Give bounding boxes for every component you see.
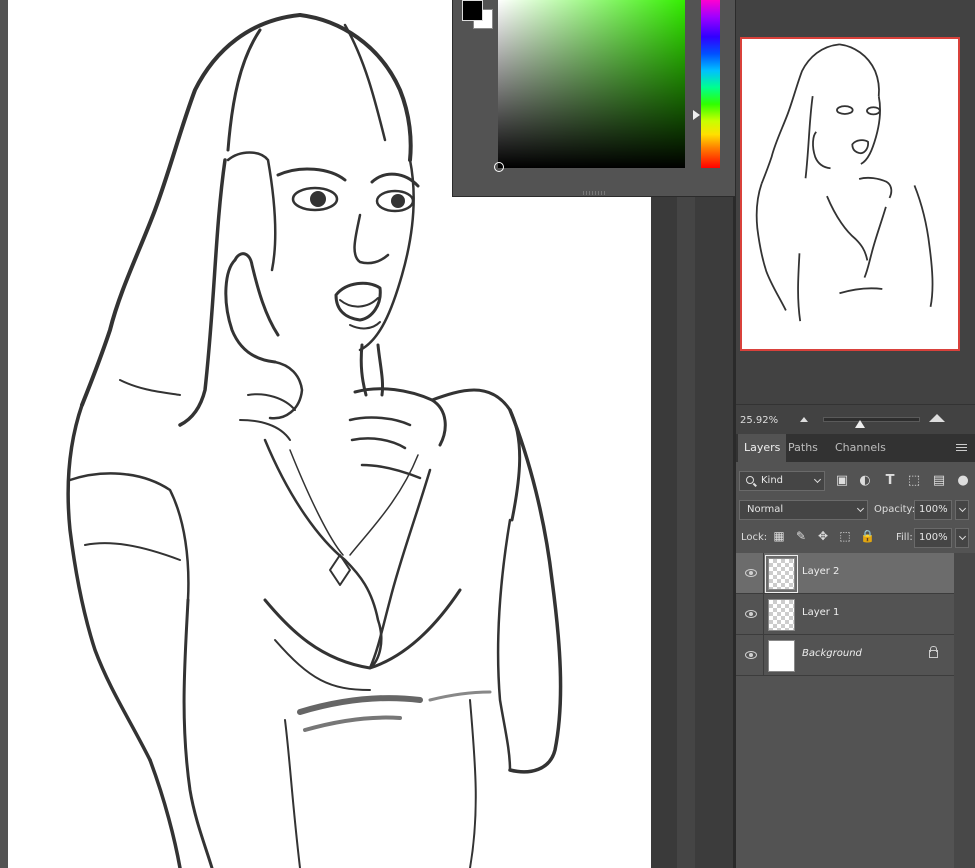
right-panel: 25.92% Layers Paths Channels Kind ▣ ◐ T … (736, 0, 975, 868)
lock-artboard-icon[interactable]: ⬚ (838, 529, 852, 543)
type-filter-icon[interactable]: T (883, 474, 897, 488)
filter-toggle-icon[interactable]: ● (956, 474, 970, 488)
lock-label: Lock: (741, 532, 768, 543)
divider (763, 594, 764, 634)
layer-name[interactable]: Layer 2 (802, 566, 839, 577)
adjustment-filter-icon[interactable]: ◐ (858, 474, 872, 488)
layer-name[interactable]: Layer 1 (802, 607, 839, 618)
navigator-zoom-bar: 25.92% (736, 404, 975, 435)
lock-move-icon[interactable]: ✥ (816, 529, 830, 543)
blend-mode-value: Normal (747, 504, 784, 515)
panel-tab-bar: Layers Paths Channels (736, 434, 975, 462)
saturation-value-field[interactable] (494, 0, 685, 172)
layer-thumbnail[interactable] (768, 640, 795, 672)
opacity-label: Opacity: (874, 504, 916, 515)
lock-transparent-icon[interactable]: ▦ (772, 529, 786, 543)
resize-grip[interactable] (583, 191, 605, 195)
smart-object-filter-icon[interactable]: ▤ (932, 474, 946, 488)
foreground-color-swatch[interactable] (462, 0, 483, 21)
zoom-in-icon[interactable] (929, 414, 945, 422)
eye-icon[interactable] (745, 651, 757, 659)
kind-filter-value: Kind (761, 475, 784, 486)
layers-panel: Kind ▣ ◐ T ⬚ ▤ ● Normal Opacity: 100% Lo… (736, 462, 975, 868)
color-picker-panel (452, 0, 736, 197)
zoom-slider-track[interactable] (823, 417, 920, 422)
blend-mode-select[interactable]: Normal (739, 500, 868, 520)
fill-input[interactable]: 100% (914, 528, 952, 548)
layer-thumbnail[interactable] (765, 555, 798, 593)
layer-kind-filter-select[interactable]: Kind (739, 471, 825, 491)
fill-label: Fill: (896, 532, 913, 543)
zoom-value[interactable]: 25.92% (740, 415, 778, 426)
layer-row[interactable]: Layer 1 (736, 594, 954, 635)
navigator-sketch-preview (755, 43, 934, 322)
eye-icon[interactable] (745, 569, 757, 577)
lock-all-icon[interactable]: 🔒 (860, 529, 875, 543)
chevron-down-icon (856, 504, 865, 513)
opacity-dropdown-button[interactable] (955, 500, 969, 520)
shape-filter-icon[interactable]: ⬚ (907, 474, 921, 488)
opacity-value: 100% (919, 504, 948, 515)
layers-list: Layer 2 Layer 1 Background (736, 553, 954, 676)
layers-scrollbar[interactable] (954, 553, 975, 868)
divider (763, 635, 764, 675)
fill-value: 100% (919, 532, 948, 543)
tab-layers[interactable]: Layers (738, 434, 787, 462)
divider (763, 553, 764, 593)
chevron-down-icon (813, 475, 822, 484)
zoom-slider-handle[interactable] (855, 420, 865, 428)
eye-icon[interactable] (745, 610, 757, 618)
lock-paint-icon[interactable]: ✎ (794, 529, 808, 543)
hue-slider-handle[interactable] (693, 110, 700, 120)
hue-slider-strip[interactable] (701, 0, 720, 168)
color-cursor[interactable] (494, 162, 504, 172)
tab-channels[interactable]: Channels (829, 434, 892, 462)
layer-row[interactable]: Background (736, 635, 954, 676)
tab-paths[interactable]: Paths (782, 434, 824, 462)
fill-dropdown-button[interactable] (955, 528, 969, 548)
navigator-preview[interactable] (740, 37, 960, 351)
layer-name[interactable]: Background (802, 648, 862, 659)
opacity-input[interactable]: 100% (914, 500, 952, 520)
zoom-out-icon[interactable] (800, 417, 808, 422)
lock-icon[interactable] (929, 646, 938, 658)
panel-menu-icon[interactable] (956, 444, 967, 452)
image-filter-icon[interactable]: ▣ (835, 474, 849, 488)
layer-row[interactable]: Layer 2 (736, 553, 954, 594)
search-icon (746, 476, 754, 484)
layer-thumbnail[interactable] (768, 599, 795, 631)
